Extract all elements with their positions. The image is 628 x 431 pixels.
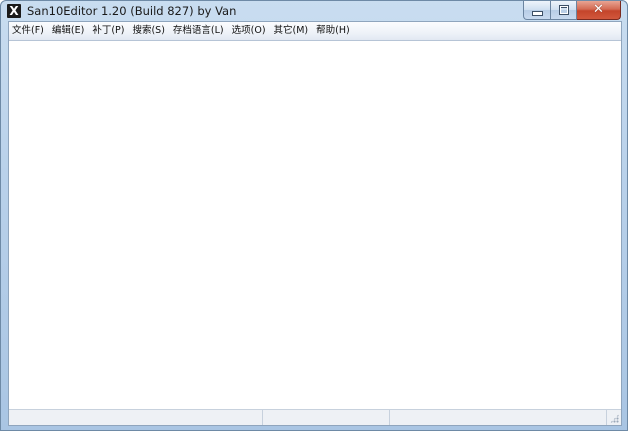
menu-edit[interactable]: 编辑(E) [48, 22, 88, 40]
title-bar[interactable]: X San10Editor 1.20 (Build 827) by Van ✕ [1, 1, 627, 21]
window-title: San10Editor 1.20 (Build 827) by Van [27, 4, 237, 18]
status-pane-3 [390, 410, 607, 425]
menu-save-language[interactable]: 存档语言(L) [169, 22, 228, 40]
menu-other[interactable]: 其它(M) [270, 22, 313, 40]
close-icon: ✕ [593, 2, 604, 17]
menu-patch[interactable]: 补丁(P) [88, 22, 128, 40]
menu-help[interactable]: 帮助(H) [312, 22, 354, 40]
status-pane-1 [9, 410, 263, 425]
maximize-button[interactable] [551, 1, 577, 20]
main-content-area[interactable] [9, 41, 621, 410]
menu-file[interactable]: 文件(F) [9, 22, 48, 40]
close-button[interactable]: ✕ [577, 1, 621, 20]
menu-bar: 文件(F) 编辑(E) 补丁(P) 搜索(S) 存档语言(L) 选项(O) 其它… [9, 22, 621, 41]
status-bar [9, 409, 621, 425]
menu-search[interactable]: 搜索(S) [128, 22, 168, 40]
status-pane-2 [263, 410, 390, 425]
maximize-icon [558, 5, 569, 15]
menu-options[interactable]: 选项(O) [228, 22, 270, 40]
app-window: X San10Editor 1.20 (Build 827) by Van ✕ … [0, 0, 628, 431]
minimize-button[interactable] [523, 1, 551, 20]
minimize-icon [531, 10, 543, 16]
caption-buttons: ✕ [523, 1, 621, 20]
resize-grip-icon[interactable] [607, 410, 621, 425]
app-x-icon[interactable]: X [7, 4, 21, 18]
client-area: 文件(F) 编辑(E) 补丁(P) 搜索(S) 存档语言(L) 选项(O) 其它… [8, 21, 622, 426]
